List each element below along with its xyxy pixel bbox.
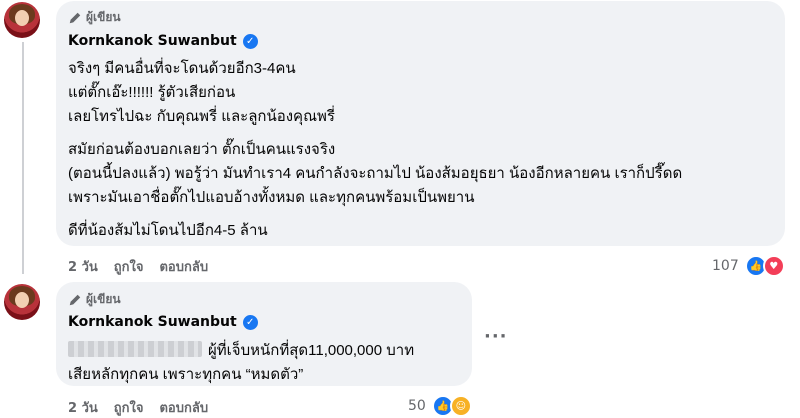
reply-button[interactable]: ตอบกลับ: [159, 256, 208, 277]
blurred-text: [68, 341, 202, 357]
comment-line: ดีที่น้องส้มไม่โดนไปอีก4-5 ล้าน: [68, 222, 268, 239]
thread-line: [22, 42, 24, 274]
comment-line: แต่ตั๊กเอ๊ะ!!!!!! รู้ตัวเสียก่อน: [68, 84, 236, 101]
reaction-count: 107: [712, 258, 739, 274]
author-badge-label: ผู้เขียน: [86, 10, 121, 24]
author-name[interactable]: Kornkanok Suwanbut ✓: [68, 33, 258, 49]
author-name[interactable]: Kornkanok Suwanbut ✓: [68, 314, 258, 330]
comment-line: เพราะมันเอาชื่อตั๊กไปแอบอ้างทั้งหมด และท…: [68, 189, 475, 206]
author-name-text[interactable]: Kornkanok Suwanbut: [68, 33, 237, 49]
author-badge-label: ผู้เขียน: [86, 292, 121, 306]
verified-icon: ✓: [242, 33, 258, 49]
like-button[interactable]: ถูกใจ: [114, 397, 144, 418]
comment-line: เลยโทรไปฉะ กับคุณพรี่ และลูกน้องคุณพรี่: [68, 108, 335, 125]
timestamp[interactable]: 2 วัน: [68, 397, 98, 418]
comment-line: ผู้ที่เจ็บหนักที่สุด11,000,000 บาท: [208, 342, 415, 359]
timestamp[interactable]: 2 วัน: [68, 256, 98, 277]
reply-button[interactable]: ตอบกลับ: [159, 397, 208, 418]
comment-actions: 2 วัน ถูกใจ ตอบกลับ: [68, 397, 208, 418]
love-icon: ♥: [762, 255, 785, 277]
avatar-face: [15, 292, 29, 308]
author-name-text[interactable]: Kornkanok Suwanbut: [68, 314, 237, 330]
reactions[interactable]: 107 👍 ♥: [712, 255, 785, 277]
more-options-icon[interactable]: ···: [484, 326, 508, 347]
author-badge: ผู้เขียน: [68, 290, 121, 309]
verified-icon: ✓: [242, 314, 258, 330]
reaction-count: 50: [408, 398, 426, 414]
comment-line: จริงๆ มีคนอื่นที่จะโดนด้วยอีก3-4คน: [68, 60, 296, 77]
comment-line: เสียหลักทุกคน เพราะทุกคน “หมดตัว”: [68, 366, 304, 383]
avatar-face: [15, 10, 29, 26]
like-button[interactable]: ถูกใจ: [114, 256, 144, 277]
avatar[interactable]: [4, 2, 40, 38]
comment-line: สมัยก่อนต้องบอกเลยว่า ตั๊กเป็นคนแรงจริง: [68, 141, 336, 158]
comment-actions: 2 วัน ถูกใจ ตอบกลับ: [68, 256, 208, 277]
care-icon: ☺: [449, 395, 472, 417]
pen-icon: [69, 12, 81, 23]
reactions[interactable]: 50 👍 ☺: [408, 395, 472, 417]
avatar[interactable]: [4, 284, 40, 320]
comment-line: (ตอนนี้ปลงแล้ว) พอรู้ว่า มันทำเรา4 คนกำล…: [68, 165, 683, 182]
pen-icon: [69, 294, 81, 305]
author-badge: ผู้เขียน: [68, 8, 121, 27]
